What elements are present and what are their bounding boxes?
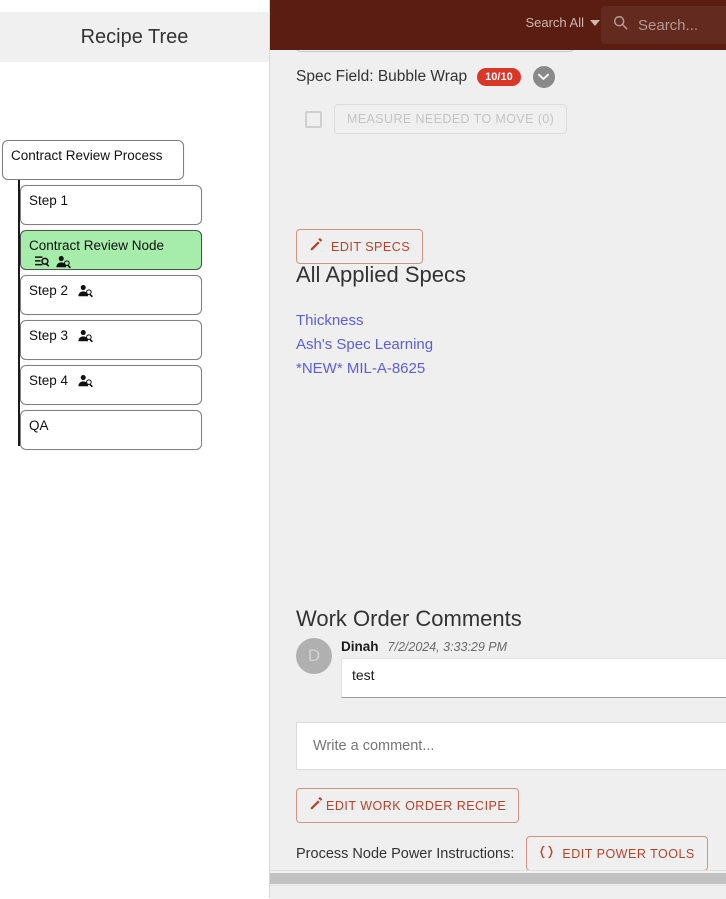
comment-timestamp: 7/2/2024, 3:33:29 PM xyxy=(387,640,508,654)
spec-field-label: Spec Field: Bubble Wrap xyxy=(296,68,468,85)
pencil-icon xyxy=(309,797,323,814)
bottom-strip xyxy=(270,885,726,899)
avatar: D xyxy=(296,638,332,674)
recipe-tree: Contract Review Process Step 1 Contract … xyxy=(0,62,269,450)
measure-needed-row: MEASURE NEEDED TO MOVE (0) xyxy=(305,104,568,134)
braces-icon xyxy=(539,845,554,862)
recipe-tree-sidebar: Recipe Tree Contract Review Process Step… xyxy=(0,0,270,898)
comment-meta: Dinah 7/2/2024, 3:33:29 PM xyxy=(341,639,507,654)
edit-power-tools-label: EDIT POWER TOOLS xyxy=(562,846,695,861)
edit-power-tools-button[interactable]: EDIT POWER TOOLS xyxy=(526,836,708,871)
search-scope-label: Search All xyxy=(525,15,584,30)
person-search-icon[interactable] xyxy=(56,254,71,269)
spec-link-mil-a-8625[interactable]: *NEW* MIL-A-8625 xyxy=(296,360,433,377)
comment-author: Dinah xyxy=(341,639,379,654)
edit-specs-button[interactable]: EDIT SPECS xyxy=(296,229,424,264)
tree-node-step-3[interactable]: Step 3 xyxy=(20,320,202,360)
applied-specs-list: Thickness Ash's Spec Learning *NEW* MIL-… xyxy=(296,312,433,377)
status-badge: 10/10 xyxy=(477,68,521,86)
tree-node-step-1[interactable]: Step 1 xyxy=(20,185,202,225)
person-search-icon[interactable] xyxy=(78,373,93,388)
edit-work-order-recipe-label: EDIT WORK ORDER RECIPE xyxy=(326,798,507,813)
tree-node-label: Step 3 xyxy=(29,327,69,343)
chevron-down-circle-icon[interactable] xyxy=(532,66,555,88)
all-applied-specs-title: All Applied Specs xyxy=(296,262,466,287)
tree-node-root[interactable]: Contract Review Process xyxy=(2,140,184,180)
horizontal-scrollbar-thumb[interactable] xyxy=(270,873,726,884)
tree-node-label: Step 1 xyxy=(29,192,69,208)
tree-node-icons xyxy=(76,328,93,343)
person-search-icon[interactable] xyxy=(78,328,93,343)
tree-node-label: Contract Review Node xyxy=(29,237,165,253)
tree-node-label: Step 4 xyxy=(29,372,69,388)
tree-node-step-4[interactable]: Step 4 xyxy=(20,365,202,405)
comment-body: test xyxy=(341,658,726,698)
spec-link-ashs-spec-learning[interactable]: Ash's Spec Learning xyxy=(296,336,433,353)
tree-node-qa[interactable]: QA xyxy=(20,410,202,450)
tree-node-label: QA xyxy=(29,417,49,433)
power-instructions-row: Process Node Power Instructions: EDIT PO… xyxy=(296,836,708,871)
measure-needed-to-move-button[interactable]: MEASURE NEEDED TO MOVE (0) xyxy=(334,104,568,134)
edit-work-order-recipe-button[interactable]: EDIT WORK ORDER RECIPE xyxy=(296,788,520,823)
tree-node-icons xyxy=(76,373,93,388)
tree-node-step-2[interactable]: Step 2 xyxy=(20,275,202,315)
main-scroll-region: Spec Field: Bubble Wrap 10/10 MEASURE NE… xyxy=(270,0,726,871)
horizontal-scrollbar-track[interactable] xyxy=(270,870,726,886)
edit-specs-label: EDIT SPECS xyxy=(331,239,411,254)
tree-node-icons xyxy=(33,254,71,269)
pencil-icon xyxy=(309,238,323,255)
person-search-icon[interactable] xyxy=(78,283,93,298)
search-icon xyxy=(613,15,628,35)
list-search-icon[interactable] xyxy=(35,254,54,269)
power-instructions-label: Process Node Power Instructions: xyxy=(296,845,515,862)
search-placeholder: Search... xyxy=(638,16,699,34)
tree-node-contract-review-node[interactable]: Contract Review Node xyxy=(20,230,202,270)
spec-field-row: Spec Field: Bubble Wrap 10/10 xyxy=(296,66,555,88)
tree-node-icons xyxy=(76,283,93,298)
sidebar-header: Recipe Tree xyxy=(0,12,269,62)
spec-link-thickness[interactable]: Thickness xyxy=(296,312,433,329)
chevron-down-icon xyxy=(590,19,600,26)
main-content-panel: Spec Field: Bubble Wrap 10/10 MEASURE NE… xyxy=(270,0,726,898)
tree-node-label: Step 2 xyxy=(29,282,69,298)
measure-checkbox[interactable] xyxy=(305,110,322,128)
sidebar-top-strip xyxy=(0,0,269,12)
write-a-comment-input[interactable] xyxy=(296,722,726,770)
app-header-bar: Search All Search... xyxy=(270,0,726,50)
search-input-wrapper[interactable]: Search... xyxy=(601,6,726,44)
tree-node-label: Contract Review Process xyxy=(11,147,163,163)
work-order-comments-title: Work Order Comments xyxy=(296,606,522,631)
search-scope-dropdown[interactable]: Search All xyxy=(525,15,600,30)
page-title: Recipe Tree xyxy=(80,25,189,48)
